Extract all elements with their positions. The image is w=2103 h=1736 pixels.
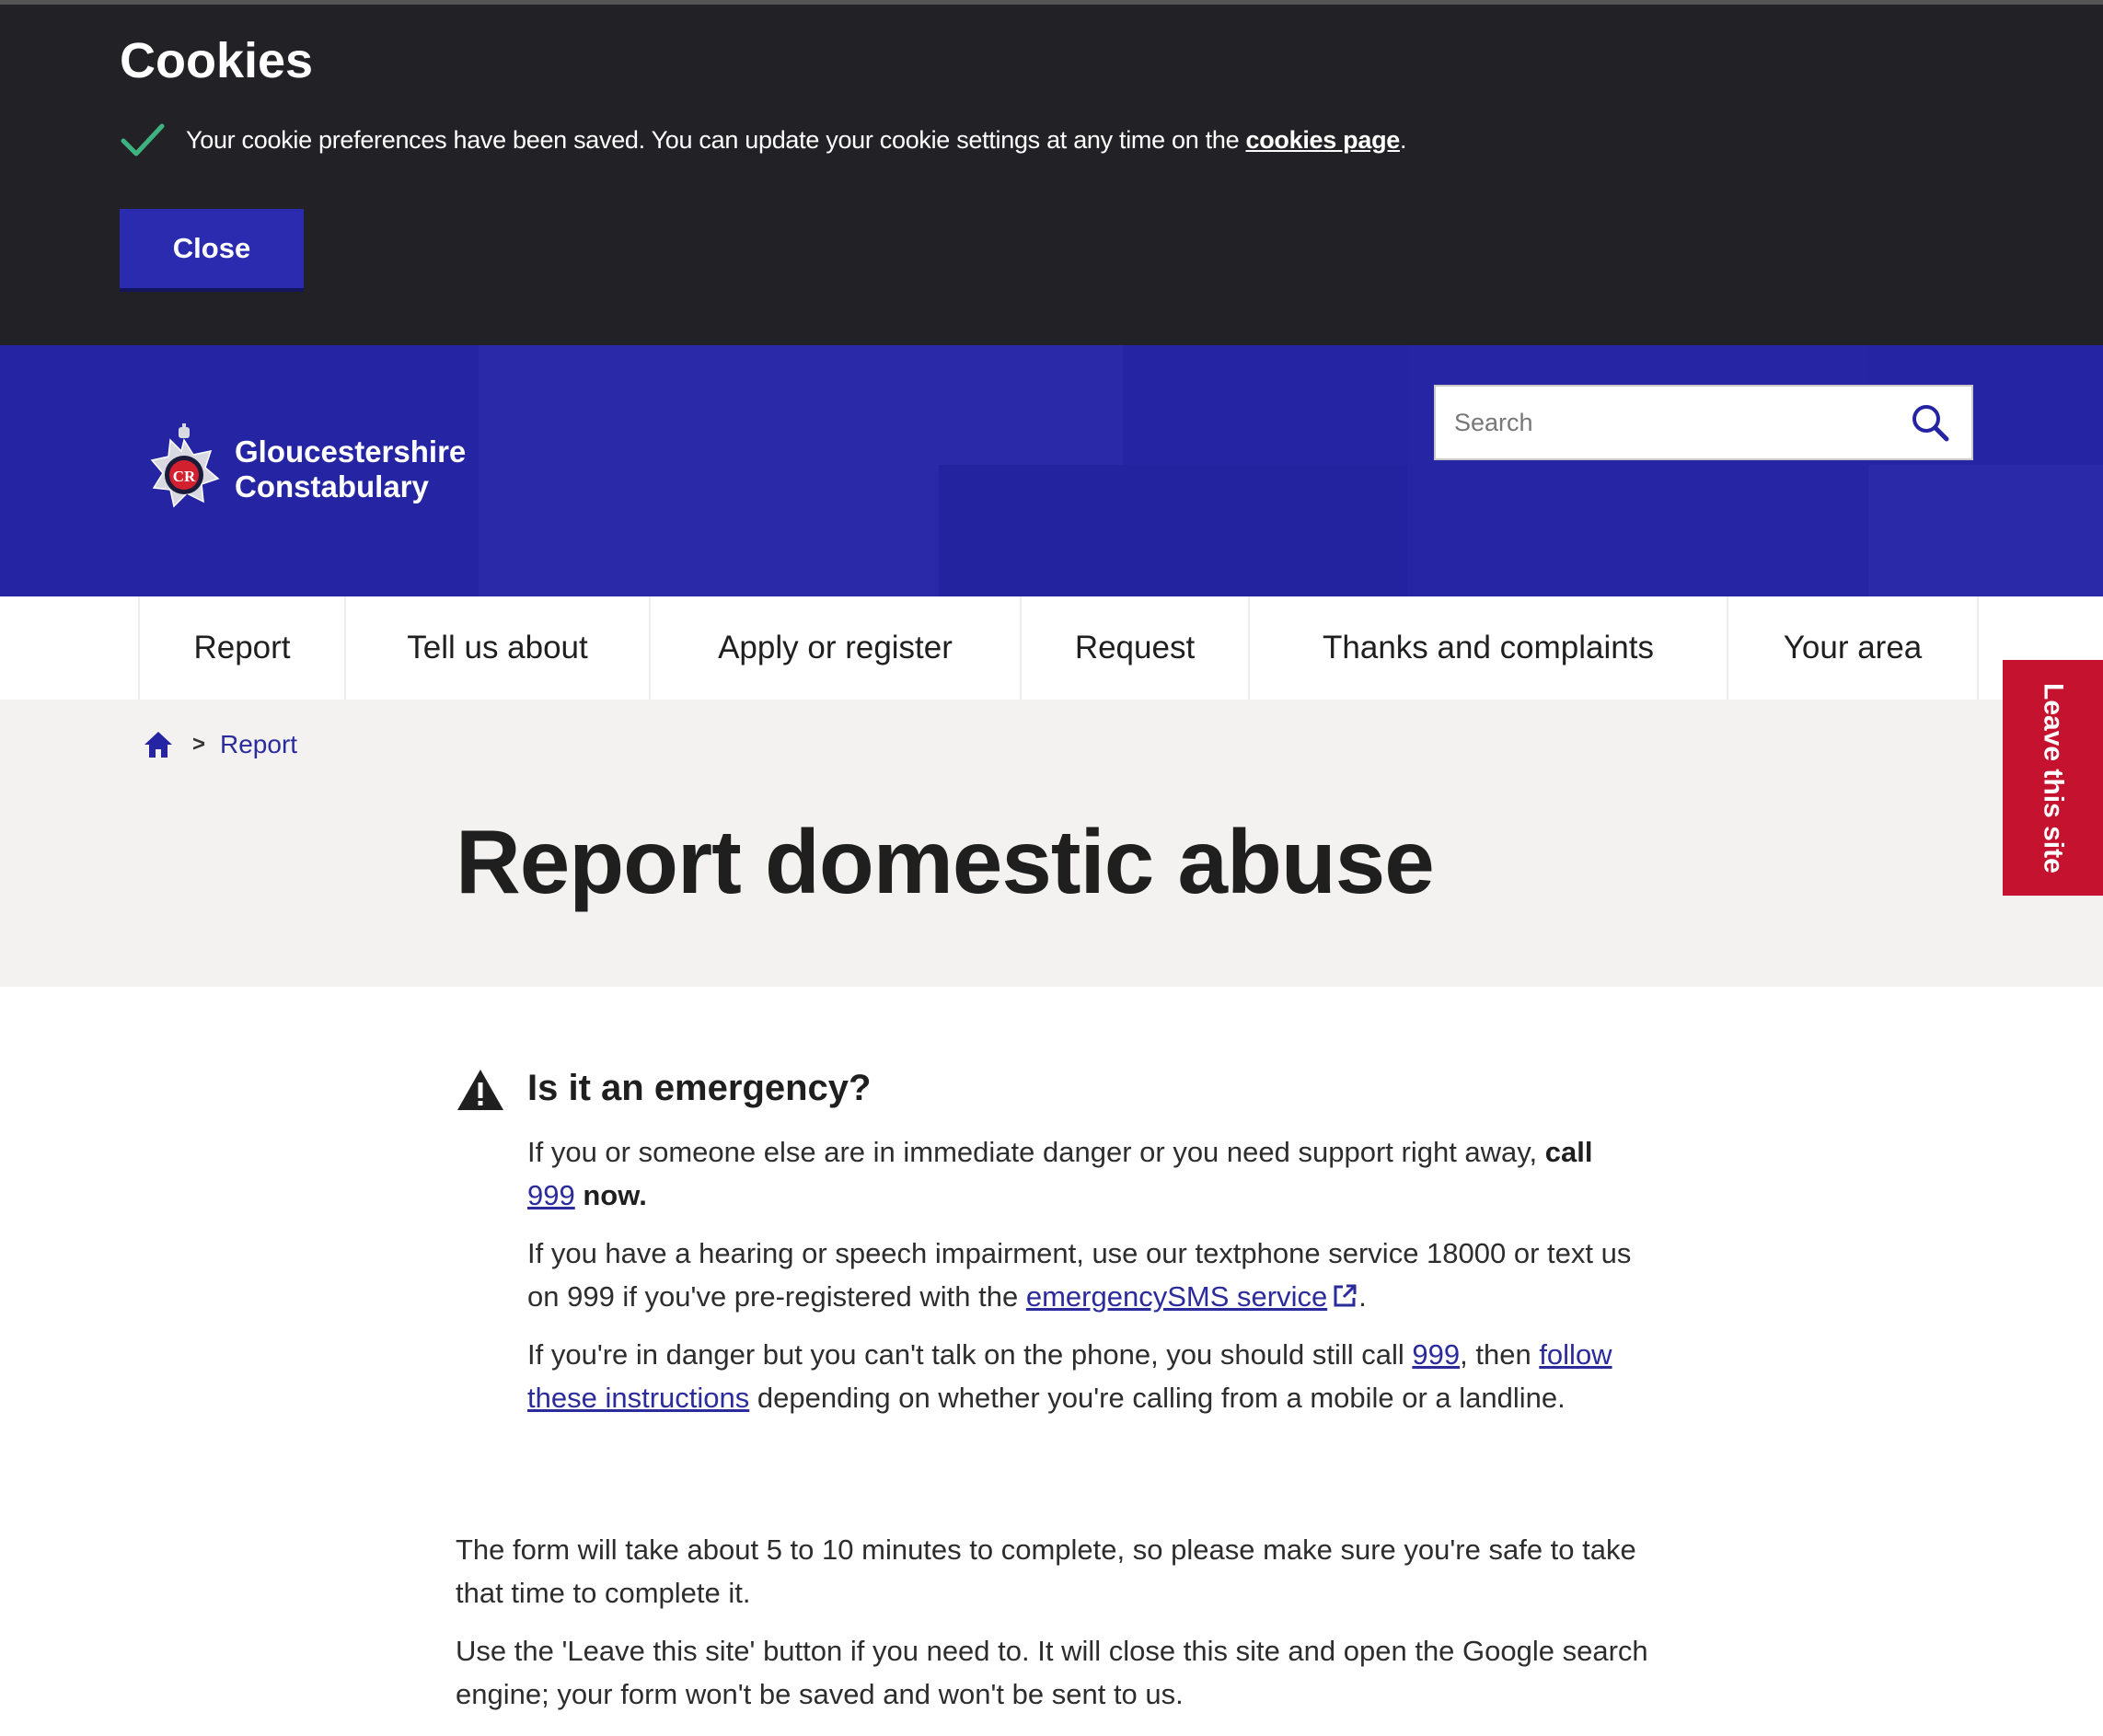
header-pattern-block	[939, 465, 1408, 596]
emergency-title: Is it an emergency?	[527, 1068, 872, 1108]
cookie-message-text: Your cookie preferences have been saved.…	[186, 125, 1407, 155]
nav-item-thanks-and-complaints[interactable]: Thanks and complaints	[1250, 596, 1728, 700]
cookies-page-link[interactable]: cookies page	[1246, 126, 1401, 154]
breadcrumb-separator: >	[192, 732, 206, 757]
call-999-link[interactable]: 999	[527, 1179, 575, 1211]
breadcrumb: > Report	[143, 729, 297, 760]
nav-item-your-area[interactable]: Your area	[1728, 596, 1979, 700]
call-999-link-2[interactable]: 999	[1412, 1338, 1460, 1371]
external-link-icon	[1334, 1284, 1357, 1307]
site-header: CR Gloucestershire Constabulary	[0, 345, 2103, 596]
emergency-p1-tail: now.	[583, 1179, 647, 1211]
leave-site-info-paragraph: Use the 'Leave this site' button if you …	[456, 1635, 1648, 1710]
form-duration-paragraph: The form will take about 5 to 10 minutes…	[456, 1533, 1636, 1609]
nav-item-apply-or-register[interactable]: Apply or register	[651, 596, 1022, 700]
emergency-paragraph-3: If you're in danger but you can't talk o…	[527, 1333, 1650, 1419]
close-button[interactable]: Close	[120, 209, 304, 288]
emergency-p3-tail: depending on whether you're calling from…	[757, 1382, 1566, 1414]
crest-icon: CR	[150, 423, 220, 508]
search-icon[interactable]	[1909, 401, 1951, 444]
check-icon	[121, 123, 165, 156]
nav-list: Report Tell us about Apply or register R…	[138, 596, 1979, 700]
header-pattern-block	[1868, 465, 2103, 596]
emergency-p2-tail: .	[1358, 1280, 1367, 1313]
site-logo[interactable]: CR Gloucestershire Constabulary	[143, 423, 466, 515]
header-pattern-block	[1408, 345, 1868, 596]
leave-site-label: Leave this site	[2038, 682, 2069, 874]
emergency-p3-mid: , then	[1460, 1338, 1531, 1371]
logo-text: Gloucestershire Constabulary	[235, 434, 466, 504]
cookie-message: Your cookie preferences have been saved.…	[120, 117, 1407, 163]
cookie-message-body: Your cookie preferences have been saved.…	[186, 125, 1240, 154]
page-title: Report domestic abuse	[456, 811, 1435, 912]
nav-item-request[interactable]: Request	[1022, 596, 1250, 700]
search-box	[1434, 385, 1973, 460]
emergency-sms-link-text: emergencySMS service	[1025, 1280, 1328, 1313]
emergency-paragraph-2: If you have a hearing or speech impairme…	[527, 1232, 1632, 1318]
emergency-sms-link[interactable]: emergencySMS service	[1026, 1280, 1358, 1313]
page-hero: > Report Report domestic abuse	[0, 700, 2103, 987]
emergency-p1-bold: call	[1544, 1136, 1593, 1168]
cookie-message-period: .	[1400, 125, 1407, 154]
warning-icon	[457, 1070, 503, 1110]
cookie-banner: Cookies Your cookie preferences have bee…	[0, 0, 2103, 345]
cookie-banner-title: Cookies	[120, 33, 314, 88]
leave-site-button[interactable]: Leave this site	[2003, 660, 2103, 896]
nav-item-tell-us-about[interactable]: Tell us about	[346, 596, 651, 700]
svg-text:CR: CR	[173, 468, 196, 485]
emergency-p3-text: If you're in danger but you can't talk o…	[527, 1338, 1404, 1371]
nav-item-report[interactable]: Report	[140, 596, 346, 700]
logo-line-2: Constabulary	[235, 469, 429, 503]
search-input[interactable]	[1436, 386, 1909, 459]
main-nav: Report Tell us about Apply or register R…	[0, 596, 2103, 700]
logo-line-1: Gloucestershire	[235, 434, 467, 469]
emergency-paragraph-1: If you or someone else are in immediate …	[527, 1130, 1632, 1217]
home-icon[interactable]	[143, 729, 174, 760]
breadcrumb-report-link[interactable]: Report	[220, 730, 297, 759]
emergency-p1-text: If you or someone else are in immediate …	[527, 1136, 1538, 1168]
